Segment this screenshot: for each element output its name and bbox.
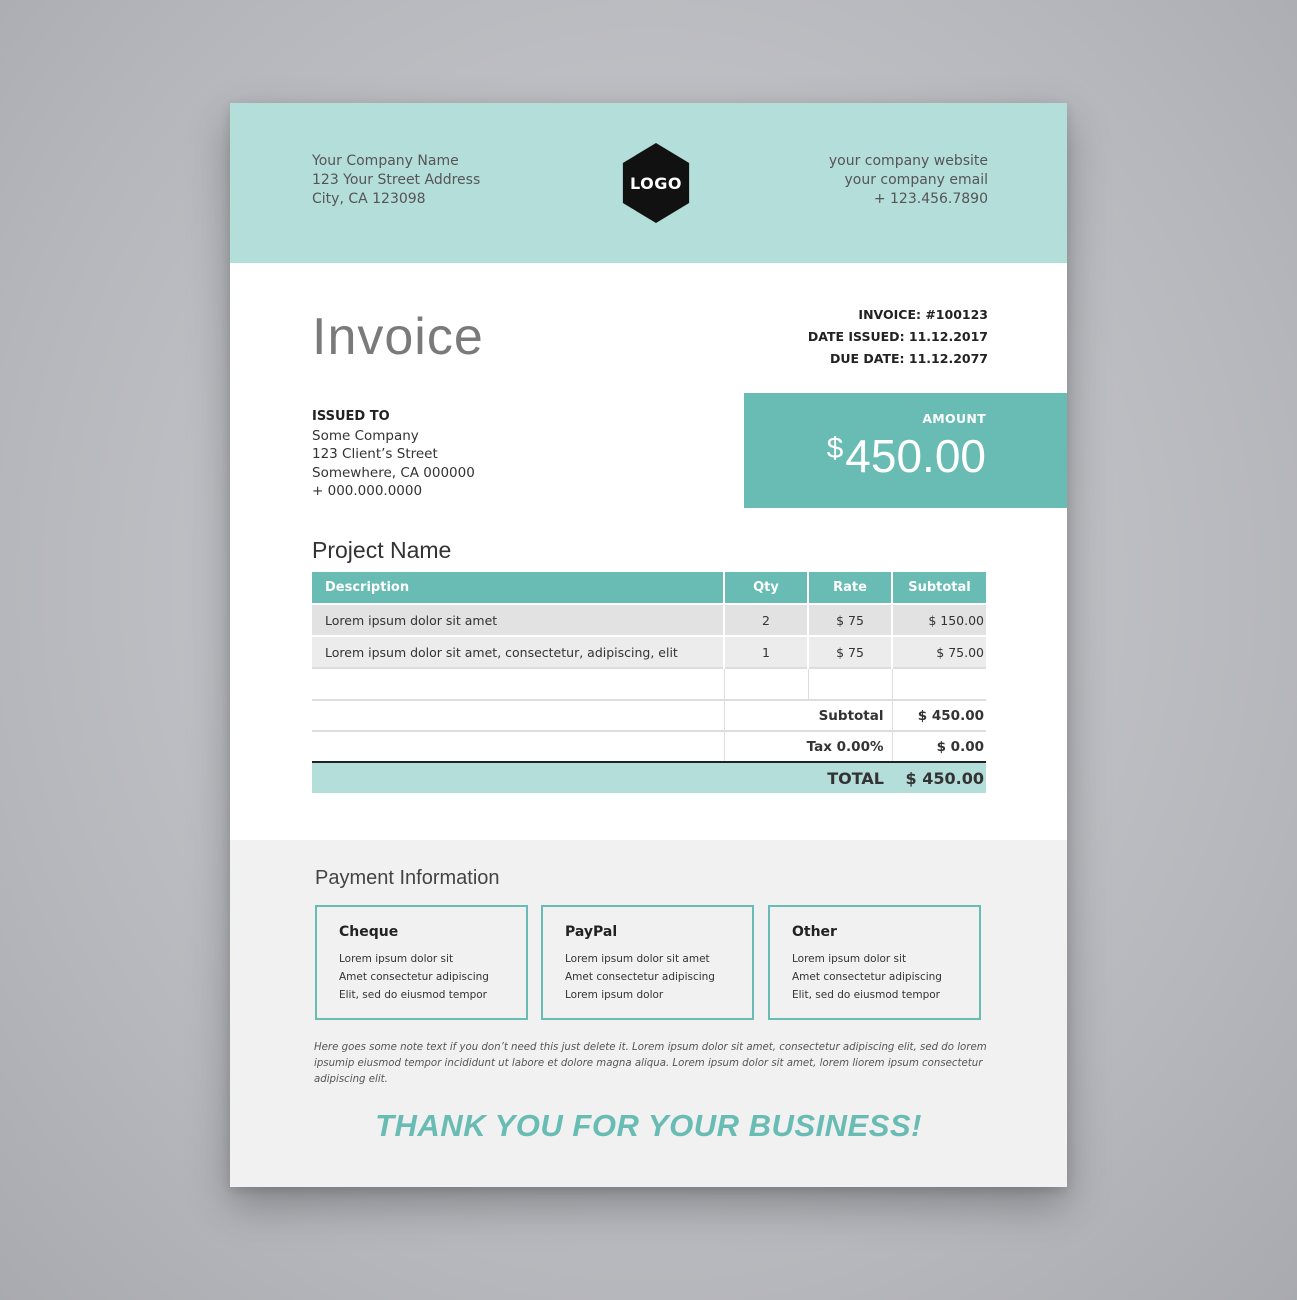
item-qty: 2 [723,603,808,636]
total-row: TOTAL $ 450.00 [312,762,986,793]
payment-detail-line: Elit, sed do eiusmod tempor [339,989,487,1001]
payment-footer: Payment Information Cheque Lorem ipsum d… [230,840,1067,1187]
subtotal-value: $ 450.00 [891,699,986,731]
payment-detail-line: Lorem ipsum dolor sit amet [565,953,710,965]
subtotal-label: Subtotal [723,699,892,731]
payment-detail-line: Amet consectetur adipiscing [339,971,489,983]
table-row: Lorem ipsum dolor sit amet 2 $ 75 $ 150.… [312,603,986,636]
invoice-meta: INVOICE: #100123 DATE ISSUED: 11.12.2017… [808,304,988,370]
payment-method-details: Lorem ipsum dolor sit Amet consectetur a… [792,950,942,1004]
note-text: Here goes some note text if you don’t ne… [314,1042,987,1085]
invoice-sheet: Your Company Name 123 Your Street Addres… [230,103,1067,1187]
tax-value: $ 0.00 [891,730,986,763]
payment-detail-line: Lorem ipsum dolor [565,989,664,1001]
client-phone: + 000.000.0000 [312,483,423,499]
payment-method-other: Other Lorem ipsum dolor sit Amet consect… [768,905,981,1020]
item-qty: 1 [723,635,808,668]
issued-to: ISSUED TO Some Company 123 Client’s Stre… [312,408,475,501]
item-rate: $ 75 [807,635,892,668]
payment-method-paypal: PayPal Lorem ipsum dolor sit amet Amet c… [541,905,754,1020]
table-header-row: Description Qty Rate Subtotal [312,572,986,604]
amount-number: 450.00 [845,430,986,482]
item-description: Lorem ipsum dolor sit amet [312,603,724,636]
payment-title: Payment Information [315,867,500,889]
payment-method-title: PayPal [565,924,618,940]
payment-detail-line: Amet consectetur adipiscing [792,971,942,983]
tax-row: Tax 0.00% $ 0.00 [312,730,986,763]
payment-method-details: Lorem ipsum dolor sit amet Amet consecte… [565,950,715,1004]
payment-detail-line: Lorem ipsum dolor sit [792,953,907,965]
header-rate: Rate [807,572,892,604]
payment-detail-line: Amet consectetur adipiscing [565,971,715,983]
project-name: Project Name [312,537,452,563]
invoice-title: Invoice [312,308,484,366]
header-description: Description [312,572,724,604]
payment-method-title: Cheque [339,924,399,940]
table-row: Lorem ipsum dolor sit amet, consectetur,… [312,635,986,668]
amount-box: AMOUNT $450.00 [744,393,1067,508]
amount-currency: $ [826,432,844,465]
total-label: TOTAL [724,762,892,793]
company-contact: your company website your company email … [829,152,988,209]
payment-method-title: Other [792,924,837,940]
invoice-number: INVOICE: #100123 [858,307,988,322]
company-website: your company website [828,153,988,169]
total-value: $ 450.00 [892,762,986,793]
company-phone: + 123.456.7890 [873,191,988,207]
company-city: City, CA 123098 [312,191,426,207]
client-company: Some Company [312,427,419,444]
amount-value: $450.00 [827,429,986,483]
subtotal-row: Subtotal $ 450.00 [312,699,986,731]
date-issued: DATE ISSUED: 11.12.2017 [807,329,988,344]
payment-method-details: Lorem ipsum dolor sit Amet consectetur a… [339,950,489,1004]
payment-detail-line: Elit, sed do eiusmod tempor [792,989,940,1001]
company-name: Your Company Name [312,153,459,169]
amount-label: AMOUNT [922,411,986,426]
header-subtotal: Subtotal [891,572,986,604]
header-qty: Qty [723,572,808,604]
client-city: Somewhere, CA 000000 [312,464,475,481]
company-address: 123 Your Street Address [312,172,481,188]
payment-method-cheque: Cheque Lorem ipsum dolor sit Amet consec… [315,905,528,1020]
tax-label: Tax 0.00% [723,730,892,763]
issued-to-label: ISSUED TO [312,409,390,424]
item-subtotal: $ 75.00 [891,635,986,668]
company-email: your company email [844,172,988,188]
thank-you-message: THANK YOU FOR YOUR BUSINESS! [375,1108,922,1143]
payment-detail-line: Lorem ipsum dolor sit [339,953,454,965]
invoice-header: Your Company Name 123 Your Street Addres… [230,103,1067,263]
logo: LOGO [622,143,690,223]
item-subtotal: $ 150.00 [891,603,986,636]
client-street: 123 Client’s Street [312,446,438,462]
company-info: Your Company Name 123 Your Street Addres… [312,152,480,209]
table-row-empty [312,667,986,700]
due-date: DUE DATE: 11.12.2077 [830,351,988,366]
line-items-table: Description Qty Rate Subtotal Lorem ipsu… [312,572,986,793]
item-description: Lorem ipsum dolor sit amet, consectetur,… [312,635,724,668]
item-rate: $ 75 [807,603,892,636]
